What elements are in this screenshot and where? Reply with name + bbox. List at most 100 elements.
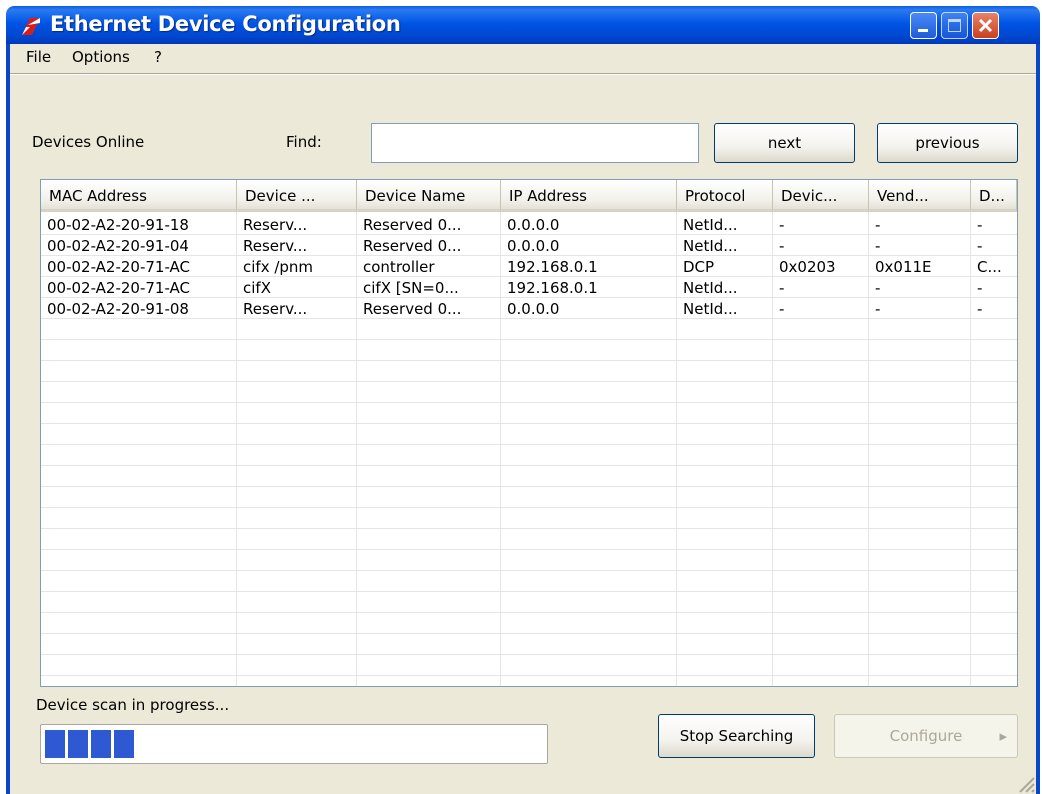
table-cell: 00-02-A2-20-91-08 [47, 300, 189, 318]
table-cell: DCP [683, 258, 715, 276]
find-input[interactable] [371, 123, 699, 163]
grid-line [41, 591, 1017, 592]
find-label: Find: [286, 133, 322, 151]
table-cell: Reserved 0... [363, 300, 462, 318]
table-cell: cifX [SN=0... [363, 279, 459, 297]
table-cell: - [977, 279, 983, 297]
grid-line [41, 549, 1017, 550]
table-cell: - [779, 216, 785, 234]
table-cell: Reserv... [243, 300, 308, 318]
table-row[interactable]: 00-02-A2-20-91-04 Reserv... Reserved 0... 0… [41, 235, 1017, 256]
minimize-button[interactable] [910, 12, 937, 39]
device-list[interactable]: MAC Address Device ... Device Name IP Addre… [40, 179, 1018, 687]
table-cell: - [875, 279, 881, 297]
table-cell: - [779, 237, 785, 255]
table-cell: Reserved 0... [363, 237, 462, 255]
grid-line [41, 465, 1017, 466]
table-cell: 192.168.0.1 [507, 279, 598, 297]
table-cell: NetId... [683, 279, 738, 297]
column-header[interactable]: D... [971, 180, 1017, 212]
grid-line [41, 423, 1017, 424]
table-cell: 0x011E [875, 258, 932, 276]
table-row[interactable]: 00-02-A2-20-91-08 Reserv... Reserved 0... 0… [41, 298, 1017, 319]
table-cell: NetId... [683, 300, 738, 318]
table-cell: 0.0.0.0 [507, 300, 560, 318]
table-row[interactable]: 00-02-A2-20-71-AC cifx /pnm controller 192.… [41, 256, 1017, 277]
title-bar[interactable]: Ethernet Device Configuration [6, 6, 1040, 44]
column-header[interactable]: IP Address [501, 180, 677, 212]
grid-line [41, 654, 1017, 655]
menu-help[interactable]: ? [154, 48, 162, 66]
table-row[interactable]: 00-02-A2-20-91-18 Reserv... Reserved 0... 0… [41, 214, 1017, 235]
table-cell: - [875, 237, 881, 255]
table-row[interactable]: 00-02-A2-20-71-AC cifX cifX [SN=0... 192.16… [41, 277, 1017, 298]
maximize-icon [948, 19, 961, 32]
table-cell: 0.0.0.0 [507, 237, 560, 255]
minimize-icon [918, 29, 928, 32]
table-cell: cifx /pnm [243, 258, 314, 276]
progress-block [68, 730, 88, 758]
window-border-right [1036, 44, 1040, 794]
menu-file[interactable]: File [26, 48, 51, 66]
menu-options[interactable]: Options [72, 48, 130, 66]
progress-block [114, 730, 134, 758]
table-cell: Reserv... [243, 237, 308, 255]
next-button[interactable]: next [714, 123, 855, 163]
list-header: MAC Address Device ... Device Name IP Addre… [41, 180, 1017, 212]
app-logo-icon [22, 18, 40, 35]
grid-line [41, 570, 1017, 571]
table-cell: - [977, 216, 983, 234]
maximize-button[interactable] [941, 12, 968, 39]
close-icon [978, 18, 993, 33]
menu-bar: File Options ? [10, 44, 1036, 72]
table-cell: cifX [243, 279, 271, 297]
grid-line [41, 444, 1017, 445]
table-cell: 0.0.0.0 [507, 216, 560, 234]
column-header[interactable]: Devic... [773, 180, 869, 212]
grid-line [41, 402, 1017, 403]
table-cell: 00-02-A2-20-71-AC [47, 279, 191, 297]
column-header[interactable]: Device ... [237, 180, 357, 212]
main-window: Ethernet Device Configuration File Optio… [6, 6, 1040, 794]
configure-button[interactable]: Configure ▸ [834, 714, 1018, 758]
grid-line [41, 360, 1017, 361]
stop-searching-button[interactable]: Stop Searching [658, 714, 815, 758]
window-border-left [6, 44, 10, 794]
column-header[interactable]: Vend... [869, 180, 971, 212]
column-header[interactable]: Device Name [357, 180, 501, 212]
table-cell: 00-02-A2-20-71-AC [47, 258, 191, 276]
previous-button[interactable]: previous [877, 123, 1018, 163]
table-cell: 00-02-A2-20-91-18 [47, 216, 189, 234]
table-cell: 00-02-A2-20-91-04 [47, 237, 189, 255]
progress-block [91, 730, 111, 758]
arrow-right-icon: ▸ [999, 727, 1007, 745]
table-cell: - [779, 300, 785, 318]
close-button[interactable] [972, 12, 999, 39]
resize-grip-icon[interactable] [1014, 772, 1036, 794]
table-cell: 0x0203 [779, 258, 836, 276]
devices-online-label: Devices Online [32, 133, 145, 151]
grid-line [41, 339, 1017, 340]
table-cell: controller [363, 258, 435, 276]
grid-line [41, 528, 1017, 529]
column-header[interactable]: Protocol [677, 180, 773, 212]
column-header[interactable]: MAC Address [41, 180, 237, 212]
table-cell: 192.168.0.1 [507, 258, 598, 276]
grid-line [41, 612, 1017, 613]
grid-line [41, 507, 1017, 508]
status-text: Device scan in progress... [36, 696, 230, 714]
window-title: Ethernet Device Configuration [50, 12, 401, 36]
table-cell: - [977, 300, 983, 318]
table-cell: - [977, 237, 983, 255]
table-cell: Reserv... [243, 216, 308, 234]
progress-block [45, 730, 65, 758]
configure-label: Configure [889, 727, 963, 745]
table-cell: - [875, 300, 881, 318]
table-cell: NetId... [683, 237, 738, 255]
grid-line [41, 675, 1017, 676]
grid-line [41, 381, 1017, 382]
grid-line [41, 633, 1017, 634]
grid-line [41, 486, 1017, 487]
table-cell: - [779, 279, 785, 297]
table-cell: Reserved 0... [363, 216, 462, 234]
